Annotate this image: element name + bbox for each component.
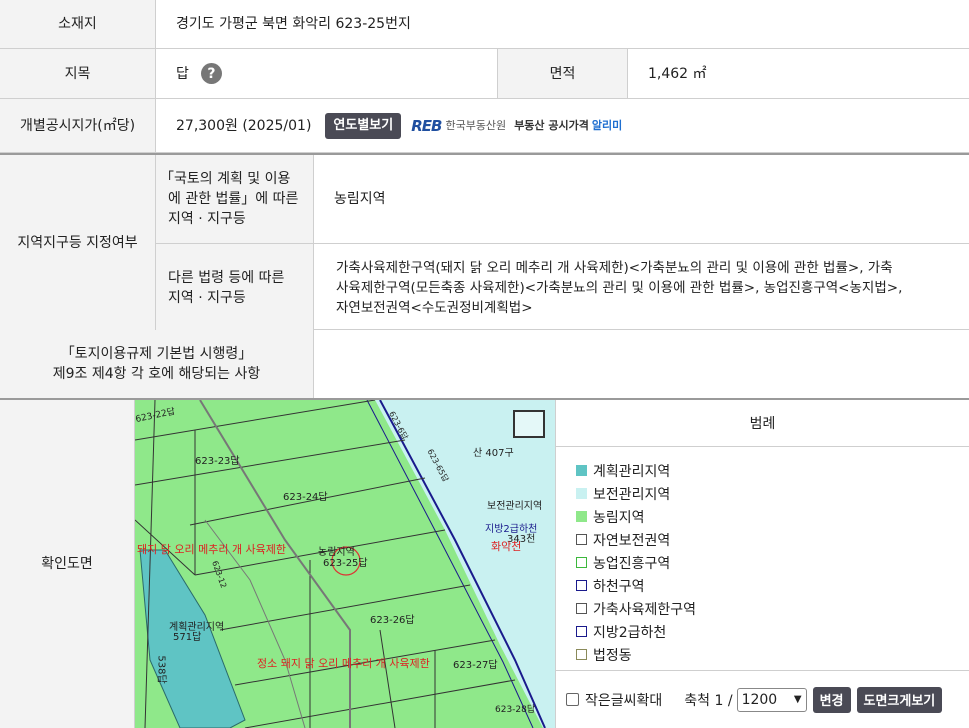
decree-row: 「토지이용규제 기본법 시행령」 제9조 제4항 각 호에 해당되는 사항	[0, 330, 969, 400]
zoning-label: 지역지구등 지정여부	[0, 155, 156, 331]
reb-service: 부동산 공시가격	[514, 118, 589, 132]
official-price-label: 개별공시지가(㎡당)	[0, 99, 156, 152]
lot-label: 571답	[173, 632, 202, 643]
legend-swatch	[576, 465, 587, 476]
scale-value: 1200	[741, 691, 778, 708]
reb-name: 한국부동산원	[445, 118, 507, 132]
map-controls: 작은글씨확대 축척 1 / 1200 ▼ 변경 도면크게보기	[556, 670, 969, 728]
legend-item: 자연보전권역	[576, 528, 969, 551]
map-label: 확인도면	[0, 400, 135, 728]
lot-label: 623-24답	[283, 492, 328, 503]
lot-label: 538답	[155, 655, 167, 684]
land-category-label: 지목	[0, 49, 156, 98]
legend-label: 자연보전권역	[593, 532, 671, 549]
lot-label: 623-25답	[323, 558, 368, 569]
legend-swatch	[576, 511, 587, 522]
map-view[interactable]: 623-22답 623-23답 623-24답 농림지역 623-25답 623…	[135, 400, 556, 728]
small-text-label: 작은글씨확대	[585, 692, 663, 709]
zoning-row2-value-line2: 사육제한구역(모든축종 사육제한)<가축분뇨의 관리 및 이용에 관한 법률>,…	[336, 279, 903, 296]
category-area-row: 지목 답 ? 면적 1,462 ㎡	[0, 49, 969, 99]
legend-swatch	[576, 534, 587, 545]
lot-label: 산 407구	[473, 448, 514, 459]
zoning-row1-label-line2: 에 관한 법률」에 따른	[168, 191, 299, 207]
official-price-row: 개별공시지가(㎡당) 27,300원 (2025/01) 연도별보기 REB 한…	[0, 99, 969, 153]
official-price-value: 27,300원 (2025/01)	[176, 117, 312, 134]
decree-label-line2: 제9조 제4항 각 호에 해당되는 사항	[52, 366, 261, 382]
legend-swatch	[576, 488, 587, 499]
legend-label: 보전관리지역	[593, 486, 671, 503]
change-button[interactable]: 변경	[812, 686, 851, 713]
official-price-cell: 27,300원 (2025/01) 연도별보기 REB 한국부동산원 부동산 공…	[156, 99, 969, 152]
scale-label: 축척 1 /	[684, 692, 733, 709]
legend-item: 계획관리지역	[576, 459, 969, 482]
zoning-row2-value: 가축사육제한구역(돼지 닭 오리 메추리 개 사육제한)<가축분뇨의 관리 및 …	[314, 244, 969, 331]
legend-swatch	[576, 649, 587, 660]
legend-swatch	[576, 557, 587, 568]
decree-value	[314, 330, 969, 398]
reb-logo: REB	[411, 116, 442, 135]
legend-swatch	[576, 603, 587, 614]
legend-title: 범례	[556, 400, 969, 447]
legend-label: 지방2급하천	[593, 624, 667, 641]
legend-panel: 범례 계획관리지역 보전관리지역 농림지역 자연보전권역 농업진흥구역 하천구역…	[556, 400, 969, 728]
legend-label: 가축사육제한구역	[593, 601, 697, 618]
reb-alert: 알리미	[591, 118, 623, 132]
legend-label: 농업진흥구역	[593, 555, 671, 572]
legend-item: 보전관리지역	[576, 482, 969, 505]
fullscreen-icon[interactable]	[513, 410, 545, 438]
zoning-row1-label: 「국토의 계획 및 이용 에 관한 법률」에 따른 지역 · 지구등	[156, 155, 314, 244]
legend-list: 계획관리지역 보전관리지역 농림지역 자연보전권역 농업진흥구역 하천구역 가축…	[556, 447, 969, 666]
decree-label-line1: 「토지이용규제 기본법 시행령」	[60, 346, 253, 362]
lot-label: 623-26답	[370, 615, 415, 626]
lot-label: 정소 돼지 닭 오리 메추리 개 사육제한	[257, 657, 430, 670]
legend-label: 농림지역	[593, 509, 645, 526]
lot-label: 623-28답	[495, 705, 536, 715]
chevron-down-icon: ▼	[793, 694, 802, 705]
location-row: 소재지 경기도 가평군 북면 화악리 623-25번지	[0, 0, 969, 49]
legend-label: 계획관리지역	[593, 463, 671, 480]
lot-label: 화악천	[491, 540, 522, 553]
zoning-section: 지역지구등 지정여부 「국토의 계획 및 이용 에 관한 법률」에 따른 지역 …	[0, 153, 969, 331]
zoning-row2-value-line3: 자연보전권역<수도권정비계획법>	[336, 299, 533, 316]
land-category-cell: 답 ?	[156, 49, 498, 98]
land-category-value: 답	[176, 65, 189, 82]
decree-label: 「토지이용규제 기본법 시행령」 제9조 제4항 각 호에 해당되는 사항	[0, 330, 314, 398]
zoning-row2-label: 다른 법령 등에 따른 지역 · 지구등	[156, 244, 314, 331]
legend-item: 하천구역	[576, 574, 969, 597]
zoning-row2-value-line1: 가축사육제한구역(돼지 닭 오리 메추리 개 사육제한)<가축분뇨의 관리 및 …	[336, 259, 893, 276]
small-text-checkbox[interactable]	[566, 693, 579, 706]
legend-item: 가축사육제한구역	[576, 597, 969, 620]
legend-item: 지방2급하천	[576, 620, 969, 643]
help-icon[interactable]: ?	[200, 63, 222, 84]
zoning-row1-value: 농림지역	[314, 155, 969, 244]
zoning-row1-label-line1: 「국토의 계획 및 이용	[160, 171, 291, 187]
lot-label: 보전관리지역	[487, 501, 543, 512]
zoning-row1-label-line3: 지역 · 지구등	[168, 211, 246, 227]
location-value: 경기도 가평군 북면 화악리 623-25번지	[176, 16, 411, 32]
legend-swatch	[576, 580, 587, 591]
conservation-area	[375, 400, 555, 728]
yearly-view-button[interactable]: 연도별보기	[325, 112, 402, 139]
big-map-button[interactable]: 도면크게보기	[856, 686, 943, 713]
zoning-row2-label-line2: 지역 · 지구등	[168, 289, 246, 306]
legend-item: 농림지역	[576, 505, 969, 528]
legend-item: 농업진흥구역	[576, 551, 969, 574]
legend-item: 법정동	[576, 643, 969, 666]
lot-label: 돼지 닭 오리 메추리 개 사육제한	[137, 543, 287, 556]
lot-label: 623-23답	[195, 456, 240, 467]
area-value: 1,462 ㎡	[648, 65, 707, 82]
area-label: 면적	[498, 49, 628, 98]
zoning-row2-label-line1: 다른 법령 등에 따른	[168, 269, 285, 286]
scale-select[interactable]: 1200 ▼	[736, 687, 807, 712]
legend-label: 법정동	[593, 647, 632, 664]
legend-label: 하천구역	[593, 578, 645, 595]
lot-label: 623-27답	[453, 660, 498, 671]
location-label: 소재지	[0, 0, 156, 48]
legend-swatch	[576, 626, 587, 637]
reb-link[interactable]: REB 한국부동산원 부동산 공시가격 알리미	[411, 116, 622, 136]
